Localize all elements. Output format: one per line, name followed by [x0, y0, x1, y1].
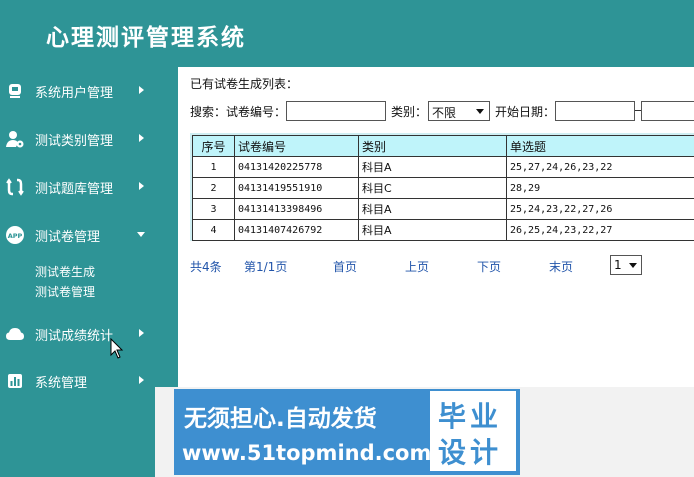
- table-row[interactable]: 1 04131420225778 科目A 25,27,24,26,23,22: [192, 156, 694, 178]
- watermark-badge-line2: 设计: [438, 436, 503, 469]
- header-bar: 心理测评管理系统: [0, 0, 694, 67]
- user-gear-icon: [6, 131, 24, 148]
- paper-id-cell: 04131420225778: [234, 156, 359, 178]
- app-title: 心理测评管理系统: [46, 25, 246, 51]
- paper-id-cell: 04131413398496: [234, 198, 359, 220]
- sidebar-item-label: 测试卷管理: [35, 230, 101, 245]
- last-page-link[interactable]: 末页: [549, 258, 573, 275]
- single-choice-cell: 28,29: [506, 177, 694, 199]
- user-icon: [9, 84, 21, 98]
- column-header: 试卷编号: [234, 135, 359, 157]
- sidebar-item-score-stats[interactable]: 测试成绩统计: [0, 317, 155, 351]
- column-header: 单选题: [506, 135, 694, 157]
- bar-chart-icon: [8, 374, 22, 388]
- chevron-down-icon: [629, 263, 637, 268]
- column-header: 序号: [192, 135, 235, 157]
- search-label: 搜索：: [190, 105, 227, 119]
- start-date-label: 开始日期：: [495, 105, 556, 119]
- type-cell: 科目C: [358, 177, 507, 199]
- sidebar-item-question-bank[interactable]: 测试题库管理: [0, 170, 155, 204]
- app-icon: APP: [6, 226, 24, 244]
- column-header: 类别: [358, 135, 507, 157]
- type-select[interactable]: 不限: [428, 101, 490, 121]
- row-number: 4: [192, 219, 235, 241]
- total-count: 共4条: [190, 260, 222, 274]
- row-number: 1: [192, 156, 235, 178]
- watermark-url: www.51topmind.com: [182, 441, 432, 465]
- table-row[interactable]: 4 04131407426792 科目A 26,25,24,23,22,27: [192, 219, 694, 241]
- type-cell: 科目A: [358, 219, 507, 241]
- pagination: 共4条 第1/1页 首页 上页 下页 末页 1: [190, 255, 694, 275]
- paper-id-input[interactable]: [286, 101, 386, 121]
- chevron-right-icon: [139, 134, 144, 142]
- table-row[interactable]: 3 04131413398496 科目A 25,24,23,22,27,26: [192, 198, 694, 220]
- watermark-badge: 毕业 设计: [430, 391, 516, 471]
- type-select-value: 不限: [432, 106, 457, 120]
- first-page-link[interactable]: 首页: [333, 258, 357, 275]
- page-select-value: 1: [614, 258, 622, 272]
- type-cell: 科目A: [358, 156, 507, 178]
- watermark-slogan: 无须担心.自动发货: [184, 406, 377, 432]
- sidebar-item-test-paper[interactable]: APP 测试卷管理: [0, 218, 155, 252]
- table-header-row: 序号 试卷编号 类别 单选题: [192, 135, 694, 157]
- sidebar-item-label: 测试成绩统计: [35, 329, 114, 344]
- table-row[interactable]: 2 04131419551910 科目C 28,29: [192, 177, 694, 199]
- row-number: 3: [192, 198, 235, 220]
- prev-page-link[interactable]: 上页: [405, 258, 429, 275]
- sidebar-item-test-category[interactable]: 测试类别管理: [0, 122, 155, 156]
- sidebar-item-label: 测试题库管理: [35, 182, 114, 197]
- start-date-from-input[interactable]: [555, 101, 635, 121]
- main-content: 已有试卷生成列表： 搜索： 试卷编号： 类别： 不限 开始日期： 序号 试卷编号…: [178, 67, 694, 387]
- sidebar-item-label: 测试类别管理: [35, 134, 114, 149]
- sidebar-item-system-management[interactable]: 系统管理: [0, 364, 155, 398]
- cloud-icon: [6, 328, 24, 340]
- sidebar-subitem-manage-paper[interactable]: 测试卷管理: [35, 283, 95, 300]
- chevron-right-icon: [139, 329, 144, 337]
- page-info: 第1/1页: [244, 260, 288, 274]
- mouse-cursor-icon: [110, 338, 124, 359]
- single-choice-cell: 25,24,23,22,27,26: [506, 198, 694, 220]
- paper-table-container: 序号 试卷编号 类别 单选题 1 04131420225778 科目A 25,2…: [190, 133, 694, 241]
- sidebar-item-label: 系统用户管理: [35, 86, 114, 101]
- chevron-right-icon: [139, 86, 144, 94]
- next-page-link[interactable]: 下页: [477, 258, 501, 275]
- sidebar-item-label: 系统管理: [35, 376, 88, 391]
- chevron-right-icon: [139, 182, 144, 190]
- single-choice-cell: 25,27,24,26,23,22: [506, 156, 694, 178]
- single-choice-cell: 26,25,24,23,22,27: [506, 219, 694, 241]
- search-bar: 搜索： 试卷编号： 类别： 不限 开始日期：: [190, 101, 694, 121]
- chevron-right-icon: [139, 376, 144, 384]
- chevron-down-icon: [476, 109, 484, 114]
- page-title: 已有试卷生成列表：: [190, 77, 299, 91]
- page-select[interactable]: 1: [610, 255, 642, 275]
- paper-table: 序号 试卷编号 类别 单选题 1 04131420225778 科目A 25,2…: [192, 135, 694, 241]
- svg-text:APP: APP: [8, 232, 23, 240]
- sidebar-subitem-generate-paper[interactable]: 测试卷生成: [35, 263, 95, 280]
- bank-icon: [6, 178, 24, 196]
- start-date-to-input[interactable]: [641, 101, 694, 121]
- watermark-badge-line1: 毕业: [438, 400, 503, 433]
- paper-id-cell: 04131419551910: [234, 177, 359, 199]
- paper-id-label: 试卷编号：: [226, 105, 287, 119]
- sidebar: 系统用户管理 测试类别管理 测试题库管理 APP 测试卷管理 测试卷生成 测试卷…: [0, 67, 155, 477]
- watermark-banner: 无须担心.自动发货 www.51topmind.com 毕业 设计: [174, 389, 520, 475]
- paper-id-cell: 04131407426792: [234, 219, 359, 241]
- type-cell: 科目A: [358, 198, 507, 220]
- chevron-down-icon: [137, 232, 145, 237]
- row-number: 2: [192, 177, 235, 199]
- type-label: 类别：: [391, 105, 428, 119]
- sidebar-item-system-users[interactable]: 系统用户管理: [0, 74, 155, 108]
